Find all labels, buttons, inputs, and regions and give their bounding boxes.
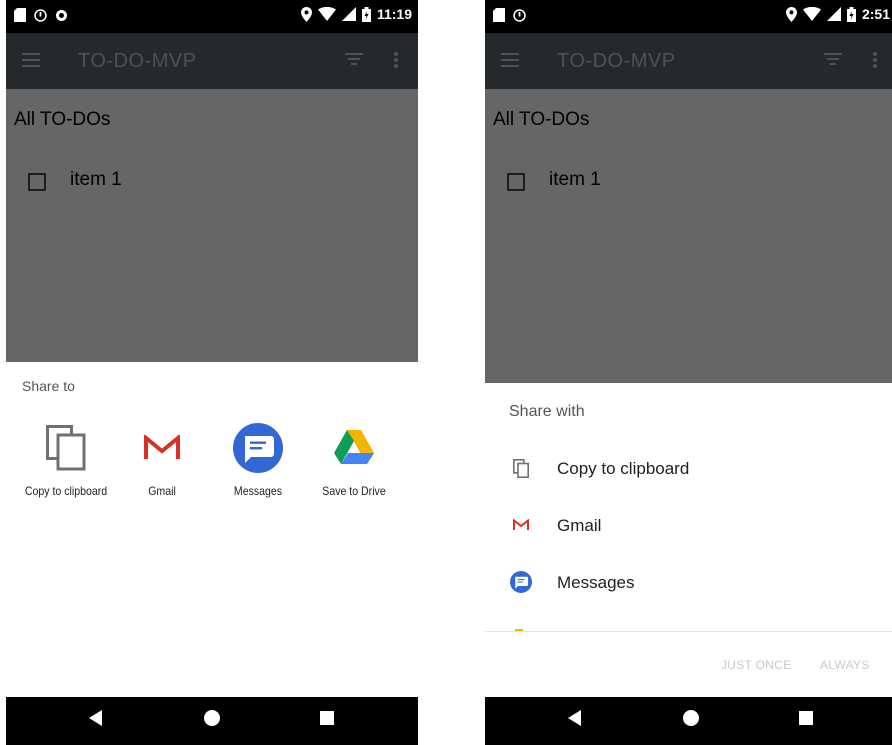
- back-icon[interactable]: [88, 709, 104, 727]
- battery-icon: [846, 6, 856, 22]
- gmail-icon: [144, 435, 180, 459]
- share-target-copy[interactable]: Copy to clipboard: [18, 420, 114, 498]
- share-target-label: Messages: [233, 484, 283, 498]
- share-target-grid: Copy to clipboard Gmail Messages Save to…: [18, 420, 418, 498]
- status-bar: 2:51: [485, 0, 892, 33]
- todo-list-area: All TO-DOs item 1: [6, 89, 418, 362]
- app-bar: TO-DO-MVP: [6, 33, 418, 89]
- share-row-label: Copy to clipboard: [557, 459, 690, 478]
- always-button[interactable]: ALWAYS: [820, 658, 870, 672]
- app-title: TO-DO-MVP: [557, 50, 676, 72]
- home-icon[interactable]: [203, 709, 221, 727]
- todo-list-area: All TO-DOs item 1: [485, 89, 892, 383]
- messages-icon: [510, 571, 532, 593]
- share-target-label: Gmail: [148, 484, 176, 498]
- back-icon[interactable]: [567, 709, 583, 727]
- list-item[interactable]: item 1: [6, 167, 418, 197]
- divider: [485, 631, 892, 632]
- copy-icon: [46, 425, 86, 471]
- share-sheet: Share with Copy to clipboard Gmail Messa…: [485, 383, 892, 697]
- status-bar: 11:19: [6, 0, 418, 33]
- share-sheet-title: Share to: [22, 378, 75, 394]
- notification-dot-icon: [56, 9, 67, 21]
- wifi-icon: [802, 7, 821, 21]
- filter-icon[interactable]: [345, 52, 363, 66]
- share-sheet-title: Share with: [509, 403, 585, 420]
- share-row-label: Messages: [557, 573, 635, 592]
- item-label: item 1: [70, 169, 122, 190]
- share-row-label: Gmail: [557, 516, 602, 535]
- home-icon[interactable]: [682, 709, 700, 727]
- share-target-messages[interactable]: Messages: [210, 420, 306, 498]
- location-icon: [300, 6, 312, 22]
- item-checkbox[interactable]: [28, 173, 46, 191]
- share-row-messages[interactable]: Messages: [485, 554, 892, 611]
- gmail-icon: [513, 519, 529, 530]
- recents-icon[interactable]: [798, 709, 814, 727]
- app-title: TO-DO-MVP: [78, 50, 197, 72]
- filter-icon[interactable]: [824, 52, 842, 66]
- more-vert-icon[interactable]: [873, 51, 877, 69]
- clock: 2:51: [861, 6, 890, 22]
- share-target-gmail[interactable]: Gmail: [114, 420, 210, 498]
- messages-icon: [233, 423, 283, 473]
- sync-icon: [34, 8, 47, 22]
- share-target-label: Copy to clipboard: [24, 484, 108, 498]
- navigation-bar: [6, 697, 418, 745]
- menu-icon[interactable]: [501, 51, 521, 69]
- navigation-bar: [485, 697, 892, 745]
- share-sheet: Share to Copy to clipboard Gmail Message…: [6, 362, 418, 697]
- list-title: All TO-DOs: [493, 109, 590, 130]
- share-target-drive[interactable]: Save to Drive: [306, 420, 402, 498]
- cell-signal-icon: [826, 7, 841, 21]
- list-item[interactable]: item 1: [485, 167, 892, 197]
- just-once-button[interactable]: JUST ONCE: [721, 658, 792, 672]
- battery-icon: [361, 6, 371, 22]
- app-bar: TO-DO-MVP: [485, 33, 892, 89]
- menu-icon[interactable]: [22, 51, 42, 69]
- copy-icon: [513, 458, 529, 478]
- list-title: All TO-DOs: [14, 109, 111, 130]
- sync-icon: [513, 8, 526, 22]
- phone-left-screen: 11:19 TO-DO-MVP All TO-DOs item 1 Share …: [6, 0, 418, 745]
- item-checkbox[interactable]: [507, 173, 525, 191]
- share-row-copy[interactable]: Copy to clipboard: [485, 440, 892, 497]
- location-icon: [785, 6, 797, 22]
- drive-icon: [334, 430, 374, 464]
- wifi-icon: [317, 7, 336, 21]
- more-vert-icon[interactable]: [394, 51, 398, 69]
- cell-signal-icon: [341, 7, 356, 21]
- sd-card-icon: [14, 8, 26, 22]
- item-label: item 1: [549, 169, 601, 190]
- clock: 11:19: [376, 6, 412, 22]
- share-row-gmail[interactable]: Gmail: [485, 497, 892, 554]
- phone-right-screen: 2:51 TO-DO-MVP All TO-DOs item 1 Share w…: [485, 0, 892, 745]
- sd-card-icon: [493, 8, 505, 22]
- share-target-label: Save to Drive: [322, 484, 386, 498]
- recents-icon[interactable]: [319, 709, 335, 727]
